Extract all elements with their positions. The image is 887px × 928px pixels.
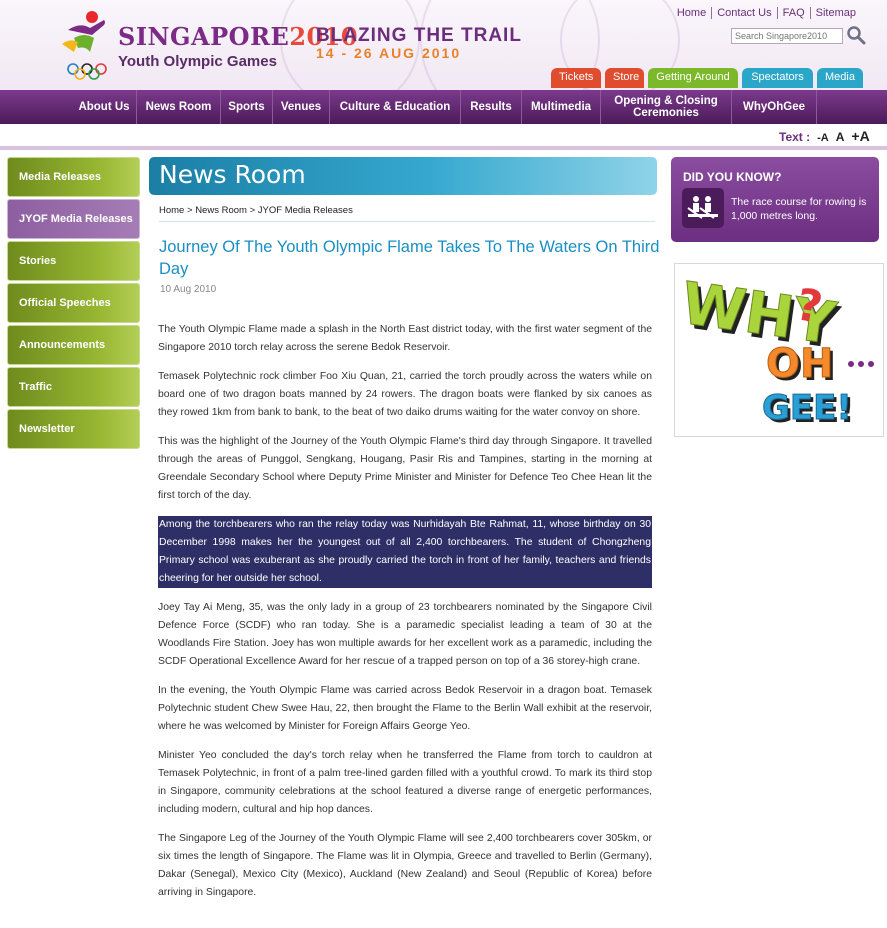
article-paragraph: Minister Yeo concluded the day's torch r… [158, 750, 652, 815]
article-paragraph-selected: Among the torchbearers who ran the relay… [158, 516, 652, 588]
nav-venues[interactable]: Venues [273, 90, 330, 124]
nav-multimedia[interactable]: Multimedia [522, 90, 601, 124]
sitemap-link[interactable]: Sitemap [809, 7, 861, 19]
nav-culture-education[interactable]: Culture & Education [330, 90, 461, 124]
rowing-pictogram-icon [682, 188, 724, 228]
promo-word-oh: OH [766, 341, 833, 387]
yog-figure-logo-icon[interactable] [60, 8, 112, 60]
section-banner: News Room [149, 157, 657, 195]
article-date: 10 Aug 2010 [160, 284, 217, 295]
article-paragraph: Temasek Polytechnic rock climber Foo Xiu… [158, 371, 652, 418]
utility-links: Home Contact Us FAQ Sitemap [672, 7, 861, 19]
promo-word-gee: GEE! [762, 388, 852, 428]
tab-media[interactable]: Media [817, 68, 863, 88]
event-dates: 14 - 26 AUG 2010 [316, 45, 462, 61]
contact-us-link[interactable]: Contact Us [711, 7, 776, 19]
nav-news-room[interactable]: News Room [137, 90, 221, 124]
breadcrumb-separator: > [249, 205, 256, 216]
divider [0, 146, 887, 150]
nav-ceremonies[interactable]: Opening & Closing Ceremonies [601, 90, 732, 124]
whyohgee-logo-icon[interactable]: WHY WHY ? OH OH GEE! GEE! [675, 264, 883, 436]
breadcrumb-current[interactable]: JYOF Media Releases [258, 205, 353, 216]
article-paragraph: Joey Tay Ai Meng, 35, was the only lady … [158, 602, 652, 667]
tab-spectators[interactable]: Spectators [742, 68, 813, 88]
text-normal-button[interactable]: A [836, 130, 845, 144]
nav-whyohgee[interactable]: WhyOhGee [732, 90, 817, 124]
olympic-rings-icon [67, 63, 107, 80]
sidebar-item-media-releases[interactable]: Media Releases [7, 157, 140, 197]
breadcrumb-news-room[interactable]: News Room [195, 205, 247, 216]
article-body: The Youth Olympic Flame made a splash in… [158, 321, 652, 913]
faq-link[interactable]: FAQ [776, 7, 810, 19]
breadcrumb-separator: > [186, 205, 193, 216]
sidebar-item-official-speeches[interactable]: Official Speeches [7, 283, 140, 323]
text-larger-button[interactable]: +A [851, 128, 869, 144]
search-input[interactable] [731, 28, 843, 44]
home-link[interactable]: Home [672, 7, 711, 19]
text-size-label: Text : [779, 130, 811, 144]
article-paragraph: In the evening, the Youth Olympic Flame … [158, 685, 652, 732]
sidebar-item-traffic[interactable]: Traffic [7, 367, 140, 407]
sidebar-item-jyof-media-releases[interactable]: JYOF Media Releases [7, 199, 140, 239]
search-icon[interactable] [846, 25, 866, 45]
did-you-know-box: DID YOU KNOW? The race course for rowing… [671, 157, 879, 242]
did-you-know-title: DID YOU KNOW? [683, 170, 782, 184]
sidebar-item-newsletter[interactable]: Newsletter [7, 409, 140, 449]
text-smaller-button[interactable]: -A [817, 132, 829, 144]
nav-results[interactable]: Results [461, 90, 522, 124]
main-nav: About Us News Room Sports Venues Culture… [0, 90, 887, 124]
banner-title: News Room [159, 160, 306, 189]
article-paragraph: The Youth Olympic Flame made a splash in… [158, 324, 652, 353]
logo-subtitle: Youth Olympic Games [118, 53, 277, 70]
site-header: SINGAPORE2010 Youth Olympic Games BLAZIN… [0, 0, 887, 90]
did-you-know-text: The race course for rowing is 1,000 metr… [731, 196, 867, 222]
quick-tabs: Tickets Store Getting Around Spectators … [551, 68, 867, 88]
article-paragraph: This was the highlight of the Journey of… [158, 436, 652, 501]
sidebar-item-announcements[interactable]: Announcements [7, 325, 140, 365]
article-paragraph: The Singapore Leg of the Journey of the … [158, 833, 652, 898]
nav-sports[interactable]: Sports [221, 90, 273, 124]
tab-tickets[interactable]: Tickets [551, 68, 601, 88]
tab-getting-around[interactable]: Getting Around [648, 68, 738, 88]
tab-store[interactable]: Store [605, 68, 644, 88]
whyohgee-promo[interactable]: WHY WHY ? OH OH GEE! GEE! [674, 263, 884, 437]
divider [159, 221, 655, 222]
nav-about-us[interactable]: About Us [72, 90, 137, 124]
sidebar-item-stories[interactable]: Stories [7, 241, 140, 281]
article-headline: Journey Of The Youth Olympic Flame Takes… [159, 238, 660, 278]
text-size-control: Text : -A A +A [779, 128, 870, 144]
breadcrumb: Home > News Room > JYOF Media Releases [159, 205, 353, 216]
tagline: BLAZING THE TRAIL [316, 25, 522, 46]
breadcrumb-home[interactable]: Home [159, 205, 184, 216]
